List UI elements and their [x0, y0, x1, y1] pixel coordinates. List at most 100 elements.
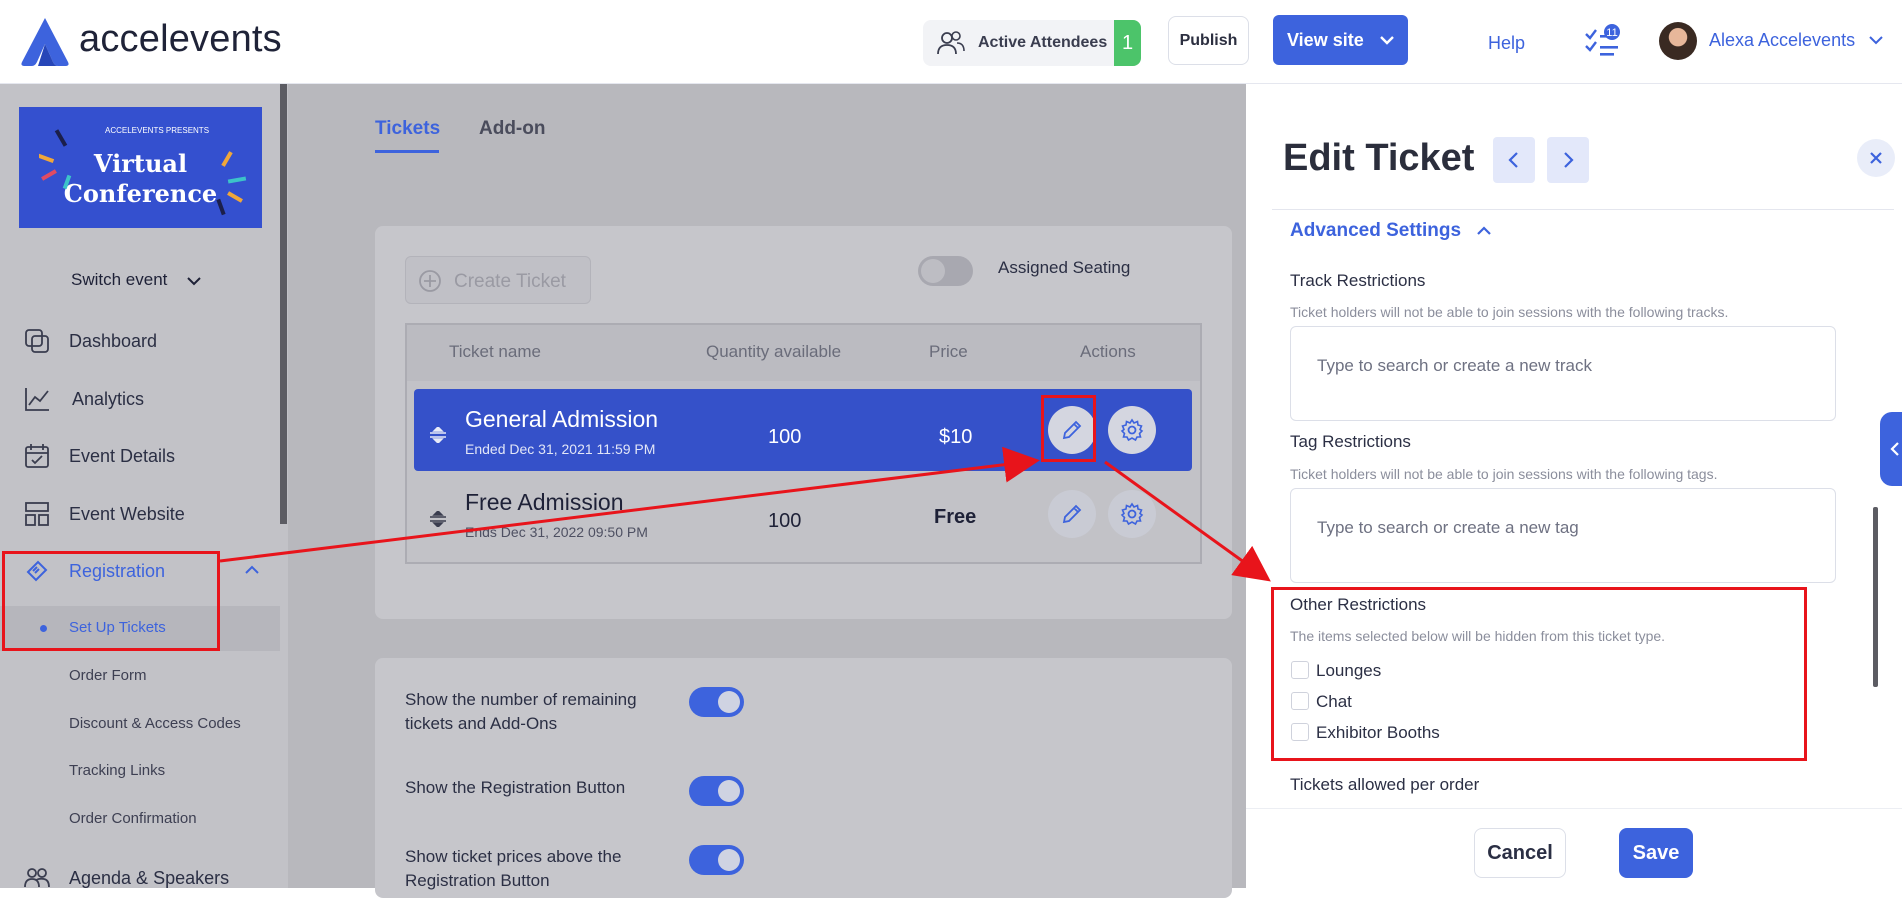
edit-ticket-button[interactable]	[1048, 490, 1096, 538]
sidebar-item-label: Event Website	[69, 504, 185, 524]
sidebar-scrollbar[interactable]	[280, 84, 287, 524]
cancel-button[interactable]: Cancel	[1474, 828, 1566, 878]
top-header: accelevents Active Attendees 1 Publish V…	[0, 0, 1902, 84]
tag-restrictions-description: Ticket holders will not be able to join …	[1290, 466, 1718, 482]
advanced-settings-toggle[interactable]: Advanced Settings	[1290, 220, 1492, 242]
ticket-quantity: 100	[768, 510, 802, 532]
active-attendees-button[interactable]: Active Attendees 1	[923, 20, 1141, 66]
sidebar-item-analytics[interactable]: Analytics	[0, 374, 280, 424]
tag-search-input[interactable]: Type to search or create a new tag	[1290, 488, 1836, 583]
column-header-actions: Actions	[1080, 342, 1136, 361]
ticket-end-date: Ended Dec 31, 2021 11:59 PM	[465, 441, 656, 457]
drag-handle-icon[interactable]	[428, 427, 448, 443]
tab-add-on[interactable]: Add-on	[479, 118, 545, 140]
ticket-name: General Admission	[465, 406, 659, 432]
help-link[interactable]: Help	[1488, 33, 1525, 54]
track-restrictions-description: Ticket holders will not be able to join …	[1290, 304, 1729, 320]
analytics-icon	[25, 388, 49, 411]
sidebar-subitem-discount-codes[interactable]: Discount & Access Codes	[69, 715, 241, 732]
create-ticket-button[interactable]: Create Ticket	[405, 256, 591, 304]
option-remaining-tickets-label: Show the number of remaining tickets and…	[405, 690, 637, 733]
option-prices-above-label: Show ticket prices above the Registratio…	[405, 847, 622, 890]
sidebar-item-event-details[interactable]: Event Details	[0, 431, 280, 481]
people-icon	[937, 31, 965, 55]
user-menu-chevron-icon[interactable]	[1868, 34, 1884, 46]
option-prices-above-toggle[interactable]	[689, 845, 744, 875]
annotation-box-other-restrictions	[1271, 587, 1807, 761]
chevron-down-icon	[187, 276, 201, 285]
column-header-quantity: Quantity available	[706, 342, 842, 361]
calendar-check-icon	[25, 444, 49, 468]
sidebar-item-label: Event Details	[69, 446, 176, 466]
ticket-quantity: 100	[768, 426, 802, 448]
ticket-name: Free Admission	[465, 489, 624, 515]
side-panel-tab[interactable]	[1880, 412, 1902, 486]
drawer-divider	[1272, 209, 1894, 210]
create-ticket-label: Create Ticket	[454, 271, 566, 292]
tasks-button[interactable]: 11	[1584, 24, 1624, 63]
banner-decoration-right-icon	[216, 151, 247, 216]
view-site-button[interactable]: View site	[1273, 15, 1408, 65]
assigned-seating-label: Assigned Seating	[998, 258, 1131, 277]
people-icon	[24, 868, 50, 888]
publish-button[interactable]: Publish	[1168, 16, 1249, 65]
track-search-input[interactable]: Type to search or create a new track	[1290, 326, 1836, 421]
layout-icon	[25, 502, 49, 526]
column-header-ticket-name: Ticket name	[449, 342, 541, 361]
user-name[interactable]: Alexa Accelevents	[1709, 30, 1855, 51]
chevron-left-icon	[1890, 442, 1899, 456]
chevron-up-icon[interactable]	[244, 564, 260, 576]
drawer-scrollbar[interactable]	[1873, 507, 1878, 687]
annotation-box-registration	[2, 551, 220, 651]
next-ticket-button[interactable]	[1547, 137, 1589, 183]
event-banner: ACCELEVENTS PRESENTS Virtual Conference	[19, 107, 262, 228]
option-remaining-tickets-toggle[interactable]	[689, 687, 744, 717]
save-button[interactable]: Save	[1619, 828, 1693, 878]
sidebar-item-label: Agenda & Speakers	[69, 868, 230, 888]
switch-event-dropdown[interactable]: Switch event	[71, 270, 202, 290]
checklist-icon: 11	[1585, 24, 1620, 56]
gear-icon	[1120, 502, 1144, 526]
sidebar-subitem-tracking-links[interactable]: Tracking Links	[69, 762, 165, 779]
drag-handle-icon[interactable]	[428, 511, 448, 527]
previous-ticket-button[interactable]	[1493, 137, 1535, 183]
tab-tickets[interactable]: Tickets	[375, 118, 440, 140]
ticket-price: $10	[939, 426, 973, 448]
banner-presents-text: ACCELEVENTS PRESENTS	[105, 126, 210, 135]
close-drawer-button[interactable]	[1857, 139, 1895, 177]
sidebar-subitem-order-confirmation[interactable]: Order Confirmation	[69, 810, 197, 827]
view-site-label: View site	[1287, 30, 1364, 50]
gear-icon	[1120, 418, 1144, 442]
active-attendees-label: Active Attendees	[978, 34, 1108, 51]
track-restrictions-title: Track Restrictions	[1290, 271, 1426, 290]
close-icon	[1870, 152, 1882, 164]
ticket-settings-button[interactable]	[1108, 490, 1156, 538]
assigned-seating-toggle[interactable]	[918, 256, 973, 286]
banner-decoration-icon	[39, 129, 72, 190]
tag-restrictions-title: Tag Restrictions	[1290, 432, 1411, 451]
brand-name: accelevents	[79, 18, 282, 60]
sidebar-item-agenda-speakers[interactable]: Agenda & Speakers	[0, 853, 280, 903]
accelevents-logo-icon[interactable]	[18, 16, 72, 68]
user-avatar[interactable]	[1659, 22, 1697, 60]
pencil-icon	[1062, 504, 1082, 524]
column-header-price: Price	[929, 342, 968, 361]
option-registration-button-label: Show the Registration Button	[405, 778, 626, 797]
switch-event-label: Switch event	[71, 270, 168, 289]
ticket-end-date: Ends Dec 31, 2022 09:50 PM	[465, 524, 648, 540]
edit-ticket-drawer	[1246, 84, 1902, 888]
sidebar-subitem-order-form[interactable]: Order Form	[69, 667, 147, 684]
tab-active-underline	[375, 150, 439, 153]
chevron-up-icon	[1477, 226, 1492, 235]
active-attendees-count: 1	[1114, 20, 1141, 66]
sidebar-item-dashboard[interactable]: Dashboard	[0, 316, 280, 366]
plus-circle-icon	[419, 270, 441, 292]
sidebar-item-event-website[interactable]: Event Website	[0, 489, 280, 539]
ticket-settings-button[interactable]	[1108, 406, 1156, 454]
sidebar-item-label: Analytics	[72, 389, 145, 409]
drawer-footer-divider	[1246, 808, 1902, 809]
advanced-settings-label: Advanced Settings	[1290, 220, 1462, 241]
ticket-price: Free	[934, 506, 977, 528]
option-registration-button-toggle[interactable]	[689, 776, 744, 806]
annotation-box-edit-button	[1041, 395, 1096, 462]
